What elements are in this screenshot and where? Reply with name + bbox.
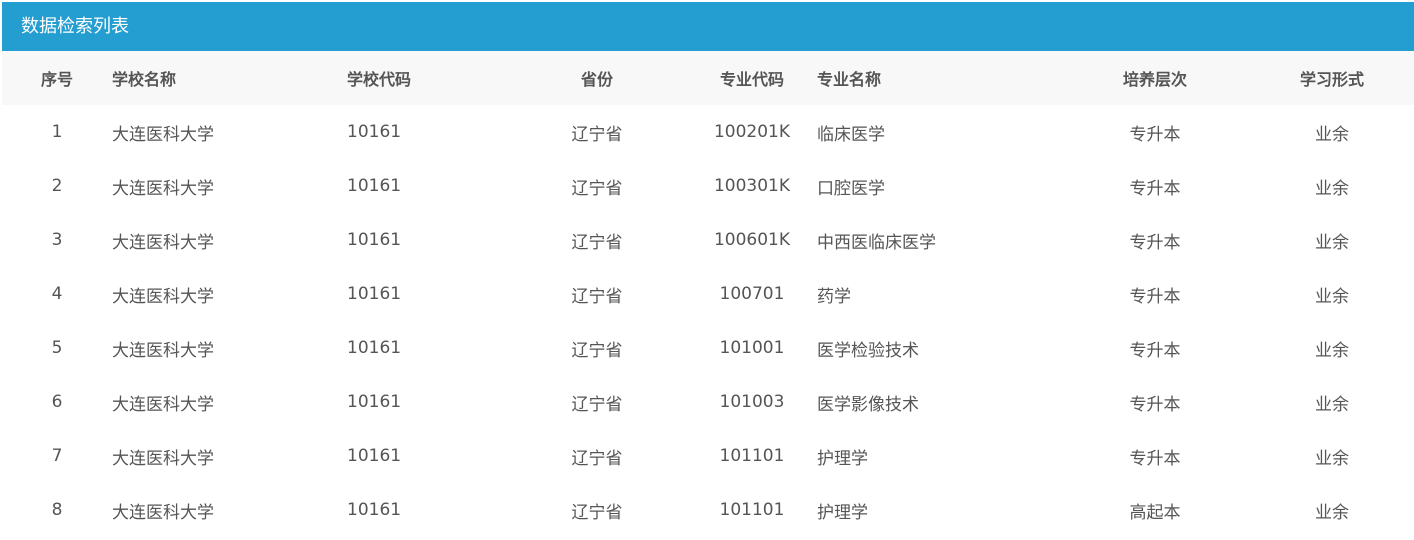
cell-province: 辽宁省: [571, 394, 623, 415]
cell-school-code: 10161: [347, 338, 402, 358]
col-header-school-name: 学校名称: [112, 70, 177, 89]
cell-study-mode: 业余: [1315, 502, 1349, 523]
cell-school-name: 大连医科大学: [112, 178, 214, 199]
data-search-panel: 数据检索列表 序号 学校名称 学校代码 省份 专业代码 专业名称 培养层次 学习…: [2, 2, 1414, 540]
cell-level: 高起本: [1129, 502, 1181, 523]
cell-province: 辽宁省: [571, 448, 623, 469]
panel-title: 数据检索列表: [2, 2, 1414, 51]
cell-major-name: 临床医学: [817, 124, 885, 145]
table-row: 2 大连医科大学 10161 辽宁省 100301K 口腔医学 专升本 业余: [2, 159, 1414, 213]
cell-index: 6: [51, 392, 63, 412]
cell-major-name: 护理学: [817, 502, 868, 523]
table-row: 4 大连医科大学 10161 辽宁省 100701 药学 专升本 业余: [2, 267, 1414, 321]
cell-school-code: 10161: [347, 446, 402, 466]
table-row: 3 大连医科大学 10161 辽宁省 100601K 中西医临床医学 专升本 业…: [2, 213, 1414, 267]
cell-index: 1: [51, 122, 63, 142]
cell-school-name: 大连医科大学: [112, 502, 214, 523]
col-header-school-code: 学校代码: [347, 70, 412, 89]
table-row: 7 大连医科大学 10161 辽宁省 101101 护理学 专升本 业余: [2, 429, 1414, 483]
cell-index: 5: [51, 338, 63, 358]
cell-school-name: 大连医科大学: [112, 394, 214, 415]
table-row: 6 大连医科大学 10161 辽宁省 101003 医学影像技术 专升本 业余: [2, 375, 1414, 429]
cell-major-name: 医学检验技术: [817, 340, 919, 361]
cell-province: 辽宁省: [571, 232, 623, 253]
results-table: 序号 学校名称 学校代码 省份 专业代码 专业名称 培养层次 学习形式 1 大连…: [2, 51, 1414, 537]
cell-major-code: 101003: [719, 392, 785, 412]
cell-study-mode: 业余: [1315, 286, 1349, 307]
cell-province: 辽宁省: [571, 178, 623, 199]
cell-school-code: 10161: [347, 176, 402, 196]
cell-major-code: 101001: [719, 338, 785, 358]
cell-study-mode: 业余: [1315, 394, 1349, 415]
cell-province: 辽宁省: [571, 502, 623, 523]
cell-major-code: 100601K: [713, 230, 791, 250]
table-body: 1 大连医科大学 10161 辽宁省 100201K 临床医学 专升本 业余 2…: [2, 105, 1414, 537]
col-header-major-code: 专业代码: [719, 70, 784, 89]
cell-major-code: 100201K: [713, 122, 791, 142]
cell-major-name: 口腔医学: [817, 178, 885, 199]
col-header-province: 省份: [580, 70, 613, 89]
cell-major-name: 中西医临床医学: [817, 232, 936, 253]
col-header-major-name: 专业名称: [817, 70, 882, 89]
cell-level: 专升本: [1129, 232, 1181, 253]
cell-major-code: 100701: [719, 284, 785, 304]
cell-level: 专升本: [1129, 340, 1181, 361]
cell-major-code: 101101: [719, 500, 785, 520]
cell-index: 7: [51, 446, 63, 466]
table-row: 8 大连医科大学 10161 辽宁省 101101 护理学 高起本 业余: [2, 483, 1414, 537]
cell-major-name: 护理学: [817, 448, 868, 469]
cell-school-name: 大连医科大学: [112, 340, 214, 361]
cell-index: 4: [51, 284, 63, 304]
table-row: 5 大连医科大学 10161 辽宁省 101001 医学检验技术 专升本 业余: [2, 321, 1414, 375]
cell-province: 辽宁省: [571, 340, 623, 361]
cell-study-mode: 业余: [1315, 340, 1349, 361]
cell-major-code: 100301K: [713, 176, 791, 196]
col-header-index: 序号: [40, 70, 73, 89]
cell-major-name: 医学影像技术: [817, 394, 919, 415]
cell-school-name: 大连医科大学: [112, 286, 214, 307]
table-header-row: 序号 学校名称 学校代码 省份 专业代码 专业名称 培养层次 学习形式: [2, 51, 1414, 105]
cell-school-name: 大连医科大学: [112, 232, 214, 253]
cell-school-code: 10161: [347, 500, 402, 520]
table-header: 序号 学校名称 学校代码 省份 专业代码 专业名称 培养层次 学习形式: [2, 51, 1414, 105]
cell-study-mode: 业余: [1315, 232, 1349, 253]
col-header-level: 培养层次: [1122, 70, 1187, 89]
cell-level: 专升本: [1129, 394, 1181, 415]
cell-major-code: 101101: [719, 446, 785, 466]
col-header-study-mode: 学习形式: [1299, 70, 1364, 89]
cell-province: 辽宁省: [571, 124, 623, 145]
cell-province: 辽宁省: [571, 286, 623, 307]
cell-school-code: 10161: [347, 230, 402, 250]
cell-school-code: 10161: [347, 392, 402, 412]
cell-school-name: 大连医科大学: [112, 124, 214, 145]
cell-study-mode: 业余: [1315, 448, 1349, 469]
cell-school-name: 大连医科大学: [112, 448, 214, 469]
cell-school-code: 10161: [347, 284, 402, 304]
cell-index: 3: [51, 230, 63, 250]
table-row: 1 大连医科大学 10161 辽宁省 100201K 临床医学 专升本 业余: [2, 105, 1414, 159]
cell-major-name: 药学: [817, 286, 851, 307]
cell-study-mode: 业余: [1315, 124, 1349, 145]
cell-level: 专升本: [1129, 124, 1181, 145]
cell-index: 2: [51, 176, 63, 196]
cell-level: 专升本: [1129, 178, 1181, 199]
cell-school-code: 10161: [347, 122, 402, 142]
cell-study-mode: 业余: [1315, 178, 1349, 199]
cell-level: 专升本: [1129, 286, 1181, 307]
cell-level: 专升本: [1129, 448, 1181, 469]
cell-index: 8: [51, 500, 63, 520]
